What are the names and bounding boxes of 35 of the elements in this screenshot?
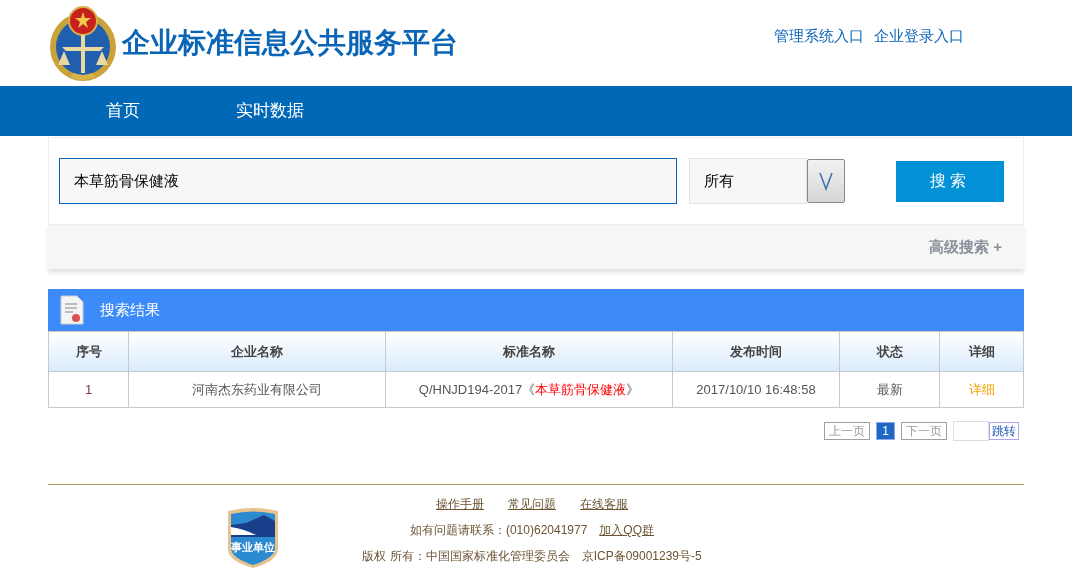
results-title: 搜索结果: [100, 299, 160, 320]
header-link[interactable]: 管理系统入口: [774, 24, 864, 48]
search-button[interactable]: 搜索: [896, 160, 1004, 202]
table-cell: Q/HNJD194-2017《本草筋骨保健液》: [385, 371, 673, 408]
icp-text: 京ICP备09001239号-5: [581, 548, 702, 565]
column-header: 发布时间: [672, 331, 840, 372]
column-header: 企业名称: [128, 331, 386, 372]
table-cell: 1: [48, 371, 129, 408]
copyright-text: 版权 所有：中国国家标准化管理委员会: [362, 548, 570, 565]
jump-button[interactable]: 跳转: [989, 422, 1019, 440]
site-title: 企业标准信息公共服务平台: [122, 26, 458, 60]
chevron-down-icon: [819, 171, 833, 191]
page-number-field[interactable]: [953, 421, 989, 441]
document-icon: [60, 295, 84, 325]
column-header: 序号: [48, 331, 129, 372]
footer-link[interactable]: 在线客服: [580, 495, 628, 513]
table-cell: 最新: [839, 371, 940, 408]
qq-group-link[interactable]: 加入QQ群: [599, 521, 655, 539]
footer-link[interactable]: 操作手册: [436, 495, 484, 513]
column-header: 详细: [939, 331, 1024, 372]
column-header: 状态: [839, 331, 940, 372]
dropdown-button[interactable]: [807, 159, 845, 203]
nav-tab[interactable]: 首页: [58, 86, 188, 136]
search-field[interactable]: 本草筋骨保健液: [59, 158, 677, 204]
contact-text: 如有问题请联系：(010)62041977: [409, 522, 588, 539]
footer-link[interactable]: 常见问题: [508, 495, 556, 513]
table-cell: 河南杰东药业有限公司: [128, 371, 386, 408]
column-header: 标准名称: [385, 331, 673, 372]
table-cell: 2017/10/10 16:48:58: [672, 371, 840, 408]
nav-tab[interactable]: 实时数据: [188, 86, 352, 136]
page-button[interactable]: 1: [876, 422, 895, 440]
badge-icon: 事业单位: [226, 505, 280, 569]
emblem-icon: [48, 3, 118, 83]
scope-select[interactable]: 所有: [689, 158, 807, 204]
header-link[interactable]: 企业登录入口: [874, 24, 964, 48]
